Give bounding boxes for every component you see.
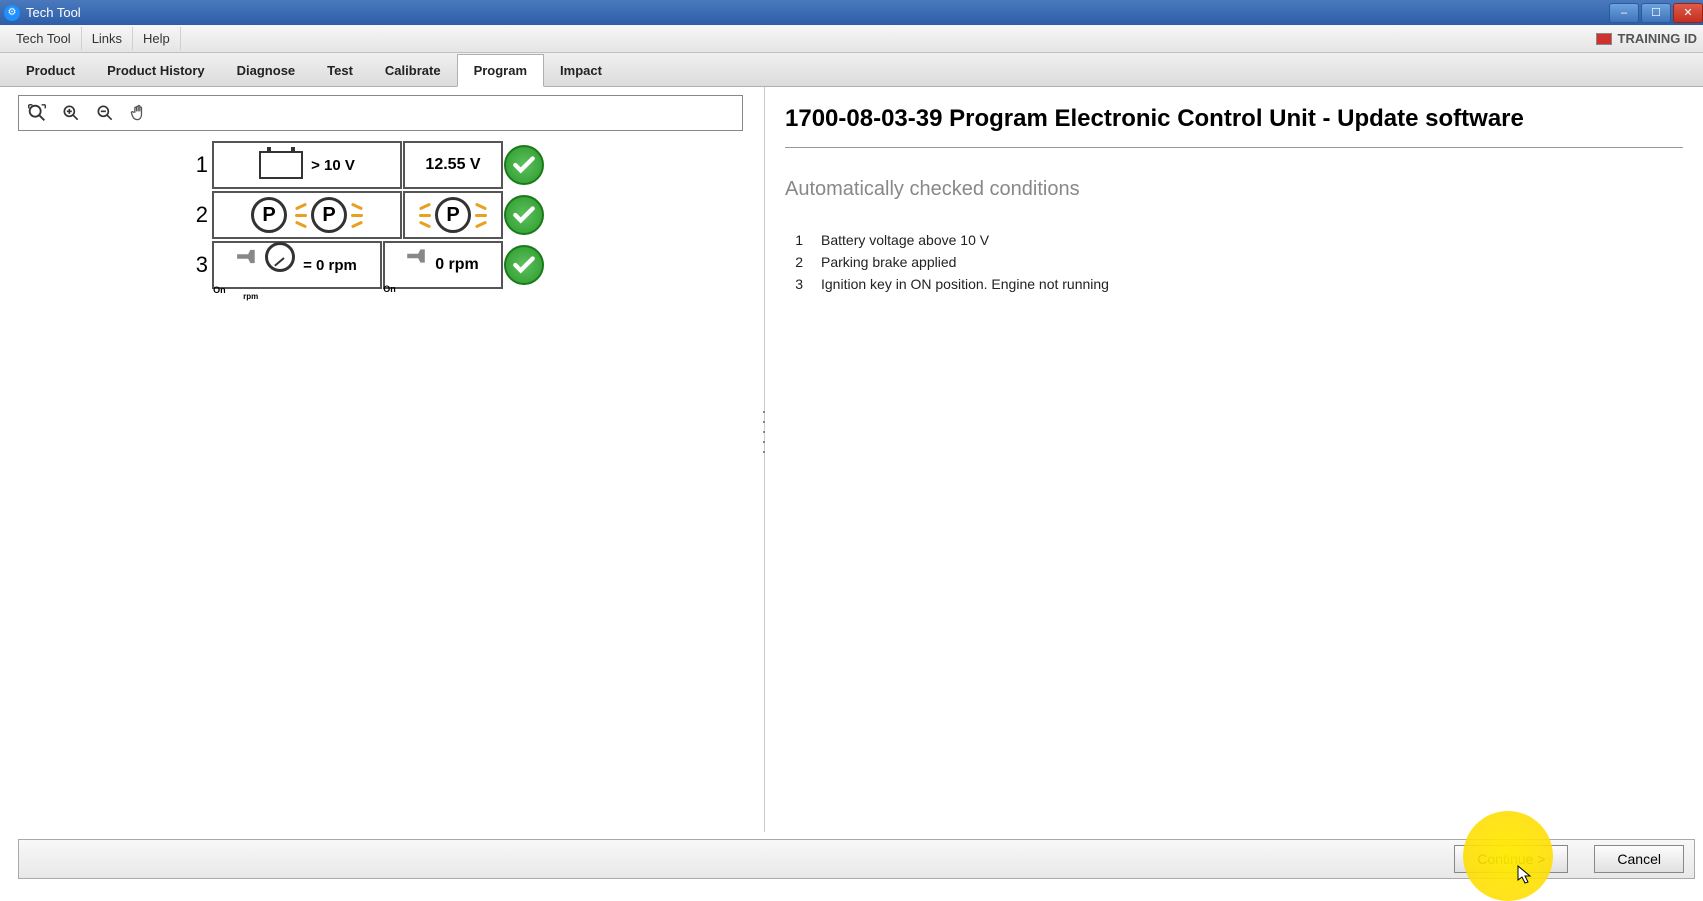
condition-requirement-box: On rpm = 0 rpm bbox=[212, 241, 382, 289]
pan-hand-icon[interactable] bbox=[127, 101, 151, 125]
list-item: 2 Parking brake applied bbox=[785, 251, 1683, 273]
ignition-key-icon bbox=[237, 246, 259, 268]
requirement-text: = 0 rpm bbox=[303, 257, 357, 274]
condition-number: 1 bbox=[180, 152, 208, 178]
item-number: 3 bbox=[785, 276, 803, 292]
condition-requirement-box: > 10 V bbox=[212, 141, 402, 189]
training-label: TRAINING ID bbox=[1618, 31, 1697, 46]
condition-value-box: On 0 rpm bbox=[383, 241, 503, 289]
on-label: On bbox=[213, 285, 226, 295]
condition-number: 2 bbox=[180, 202, 208, 228]
left-pane: 1 > 10 V 12.55 V 2 P bbox=[0, 87, 765, 832]
condition-row-1: 1 > 10 V 12.55 V bbox=[180, 141, 764, 189]
maximize-button[interactable]: ☐ bbox=[1641, 3, 1671, 23]
parking-brake-amber-icon: P bbox=[435, 197, 471, 233]
continue-button[interactable]: Continue > bbox=[1454, 845, 1568, 873]
conditions-list: 1 Battery voltage above 10 V 2 Parking b… bbox=[785, 229, 1683, 295]
tab-impact[interactable]: Impact bbox=[544, 55, 618, 86]
requirement-text: > 10 V bbox=[311, 157, 355, 174]
condition-row-2: 2 P P P bbox=[180, 191, 764, 239]
tab-calibrate[interactable]: Calibrate bbox=[369, 55, 457, 86]
condition-row-3: 3 On rpm = 0 rpm bbox=[180, 241, 764, 289]
menu-bar: Tech Tool Links Help TRAINING ID bbox=[0, 25, 1703, 53]
tab-diagnose[interactable]: Diagnose bbox=[221, 55, 312, 86]
rpm-label: rpm bbox=[243, 292, 258, 301]
zoom-fit-icon[interactable] bbox=[25, 101, 49, 125]
check-ok-icon bbox=[504, 145, 544, 185]
condition-number: 3 bbox=[180, 252, 208, 278]
item-text: Battery voltage above 10 V bbox=[821, 232, 989, 248]
ignition-key-icon bbox=[407, 245, 429, 267]
item-number: 2 bbox=[785, 254, 803, 270]
tab-test[interactable]: Test bbox=[311, 55, 369, 86]
condition-requirement-box: P P bbox=[212, 191, 402, 239]
right-pane: 1700-08-03-39 Program Electronic Control… bbox=[765, 87, 1703, 832]
battery-icon bbox=[259, 151, 303, 179]
list-item: 1 Battery voltage above 10 V bbox=[785, 229, 1683, 251]
tab-program[interactable]: Program bbox=[457, 54, 544, 87]
menu-tech-tool[interactable]: Tech Tool bbox=[6, 27, 82, 50]
list-item: 3 Ignition key in ON position. Engine no… bbox=[785, 273, 1683, 295]
close-button[interactable]: ✕ bbox=[1673, 3, 1703, 23]
value-text: 0 rpm bbox=[435, 256, 479, 274]
title-bar: ⚙ Tech Tool – ☐ ✕ bbox=[0, 0, 1703, 25]
cancel-button[interactable]: Cancel bbox=[1594, 845, 1684, 873]
window-title: Tech Tool bbox=[26, 5, 1607, 20]
training-icon bbox=[1596, 33, 1612, 45]
check-ok-icon bbox=[504, 245, 544, 285]
item-text: Ignition key in ON position. Engine not … bbox=[821, 276, 1109, 292]
splitter-handle[interactable] bbox=[760, 407, 768, 457]
minimize-button[interactable]: – bbox=[1609, 3, 1639, 23]
tab-bar: Product Product History Diagnose Test Ca… bbox=[0, 53, 1703, 87]
page-title: 1700-08-03-39 Program Electronic Control… bbox=[785, 105, 1683, 148]
conditions-diagram: 1 > 10 V 12.55 V 2 P bbox=[180, 141, 764, 289]
section-subtitle: Automatically checked conditions bbox=[785, 178, 1683, 201]
check-ok-icon bbox=[504, 195, 544, 235]
zoom-in-icon[interactable] bbox=[59, 101, 83, 125]
training-indicator: TRAINING ID bbox=[1596, 31, 1697, 46]
on-label: On bbox=[383, 284, 396, 294]
condition-value-box: 12.55 V bbox=[403, 141, 503, 189]
menu-help[interactable]: Help bbox=[133, 27, 181, 50]
tab-product[interactable]: Product bbox=[10, 55, 91, 86]
diagram-toolbar bbox=[18, 95, 743, 131]
item-text: Parking brake applied bbox=[821, 254, 956, 270]
item-number: 1 bbox=[785, 232, 803, 248]
value-text: 12.55 V bbox=[425, 156, 480, 174]
footer-bar: Continue > Cancel bbox=[18, 839, 1695, 879]
condition-value-box: P bbox=[403, 191, 503, 239]
zoom-out-icon[interactable] bbox=[93, 101, 117, 125]
menu-links[interactable]: Links bbox=[82, 27, 133, 50]
parking-brake-amber-icon: P bbox=[311, 197, 347, 233]
app-icon: ⚙ bbox=[4, 5, 20, 21]
content-area: 1 > 10 V 12.55 V 2 P bbox=[0, 87, 1703, 832]
window-controls: – ☐ ✕ bbox=[1607, 3, 1703, 23]
tab-product-history[interactable]: Product History bbox=[91, 55, 221, 86]
parking-brake-icon: P bbox=[251, 197, 287, 233]
rpm-gauge-icon bbox=[265, 242, 295, 272]
